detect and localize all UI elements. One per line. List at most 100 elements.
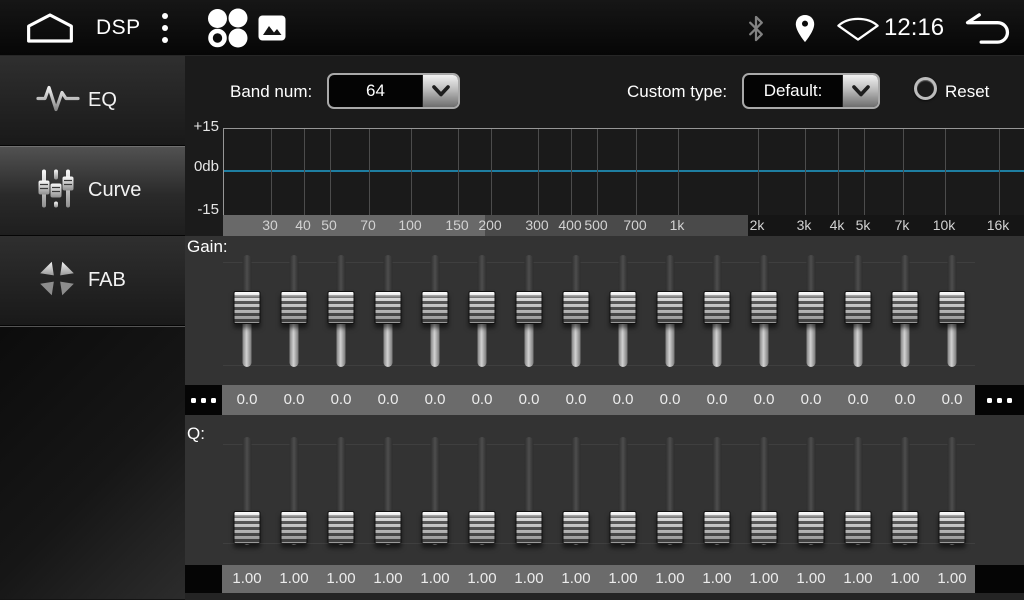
overflow-menu-icon[interactable] [160,11,170,45]
gain-slider[interactable] [421,255,449,367]
home-icon[interactable] [24,12,76,44]
slider-track-upper [760,437,769,516]
slider-knob[interactable] [516,291,543,324]
gain-slider[interactable] [233,255,261,367]
slider-knob[interactable] [281,291,308,324]
slider-track-upper [854,437,863,516]
slider-knob[interactable] [422,511,449,544]
gallery-icon[interactable] [258,15,286,41]
q-slider[interactable] [797,437,825,545]
reset-label: Reset [945,74,989,109]
gain-slider[interactable] [844,255,872,367]
slider-knob[interactable] [563,291,590,324]
gain-value: 0.0 [895,385,916,415]
gain-slider[interactable] [703,255,731,367]
gain-slider[interactable] [468,255,496,367]
wifi-icon [836,17,880,42]
q-slider[interactable] [703,437,731,545]
q-slider[interactable] [515,437,543,545]
sidebar-item-eq[interactable]: EQ [0,56,185,146]
q-slider[interactable] [421,437,449,545]
q-slider[interactable] [750,437,778,545]
gain-slider[interactable] [750,255,778,367]
more-icon[interactable] [185,385,222,415]
gain-slider[interactable] [327,255,355,367]
slider-knob[interactable] [751,291,778,324]
slider-knob[interactable] [375,511,402,544]
slider-knob[interactable] [563,511,590,544]
slider-track-lower [243,319,252,367]
sidebar-item-fab[interactable]: FAB [0,236,185,326]
q-slider[interactable] [468,437,496,545]
grid-line [304,129,305,216]
slider-knob[interactable] [281,511,308,544]
slider-knob[interactable] [375,291,402,324]
slider-track-lower [901,319,910,367]
q-more-cell[interactable] [975,565,1024,593]
slider-knob[interactable] [845,511,872,544]
slider-track-lower [384,319,393,367]
gain-slider[interactable] [938,255,966,367]
gain-slider[interactable] [609,255,637,367]
freq-axis: 304050701001502003004005007001k2k3k4k5k7… [223,215,1024,236]
q-slider[interactable] [609,437,637,545]
slider-knob[interactable] [704,291,731,324]
q-slider[interactable] [891,437,919,545]
slider-knob[interactable] [516,511,543,544]
back-arrow-icon[interactable] [962,11,1014,46]
q-slider[interactable] [327,437,355,545]
slider-knob[interactable] [328,291,355,324]
gain-slider[interactable] [797,255,825,367]
gain-value: 0.0 [284,385,305,415]
slider-knob[interactable] [939,511,966,544]
slider-track-upper [431,437,440,516]
q-value: 1.00 [514,565,543,593]
slider-track-upper [572,437,581,516]
gain-slider[interactable] [656,255,684,367]
slider-knob[interactable] [657,291,684,324]
sidebar-item-curve[interactable]: Curve [0,146,185,236]
grid-line [571,129,572,216]
gain-slider[interactable] [562,255,590,367]
chevron-down-icon[interactable] [422,75,458,107]
slider-knob[interactable] [422,291,449,324]
gain-slider[interactable] [515,255,543,367]
slider-knob[interactable] [234,291,261,324]
slider-knob[interactable] [469,511,496,544]
q-slider[interactable] [280,437,308,545]
clover-apps-icon[interactable] [204,8,250,48]
freq-tick-label: 100 [398,215,421,236]
slider-knob[interactable] [610,291,637,324]
slider-knob[interactable] [234,511,261,544]
gain-value: 0.0 [613,385,634,415]
q-slider[interactable] [656,437,684,545]
q-slider[interactable] [233,437,261,545]
slider-knob[interactable] [704,511,731,544]
slider-knob[interactable] [845,291,872,324]
q-slider[interactable] [562,437,590,545]
slider-knob[interactable] [892,511,919,544]
q-slider[interactable] [844,437,872,545]
custom-type-select[interactable]: Default: [742,73,880,109]
slider-knob[interactable] [798,291,825,324]
slider-track-upper [948,437,957,516]
slider-knob[interactable] [328,511,355,544]
more-icon[interactable] [975,385,1024,415]
slider-knob[interactable] [798,511,825,544]
reset-radio-button[interactable] [914,77,937,100]
gain-slider[interactable] [280,255,308,367]
slider-knob[interactable] [657,511,684,544]
gain-slider[interactable] [891,255,919,367]
band-num-select[interactable]: 64 [327,73,460,109]
chevron-down-icon[interactable] [842,75,878,107]
slider-knob[interactable] [892,291,919,324]
q-slider[interactable] [938,437,966,545]
slider-knob[interactable] [469,291,496,324]
q-slider[interactable] [374,437,402,545]
eq-plot[interactable] [223,128,1024,215]
gain-slider[interactable] [374,255,402,367]
q-more-cell[interactable] [185,565,222,593]
slider-knob[interactable] [751,511,778,544]
slider-knob[interactable] [610,511,637,544]
slider-knob[interactable] [939,291,966,324]
